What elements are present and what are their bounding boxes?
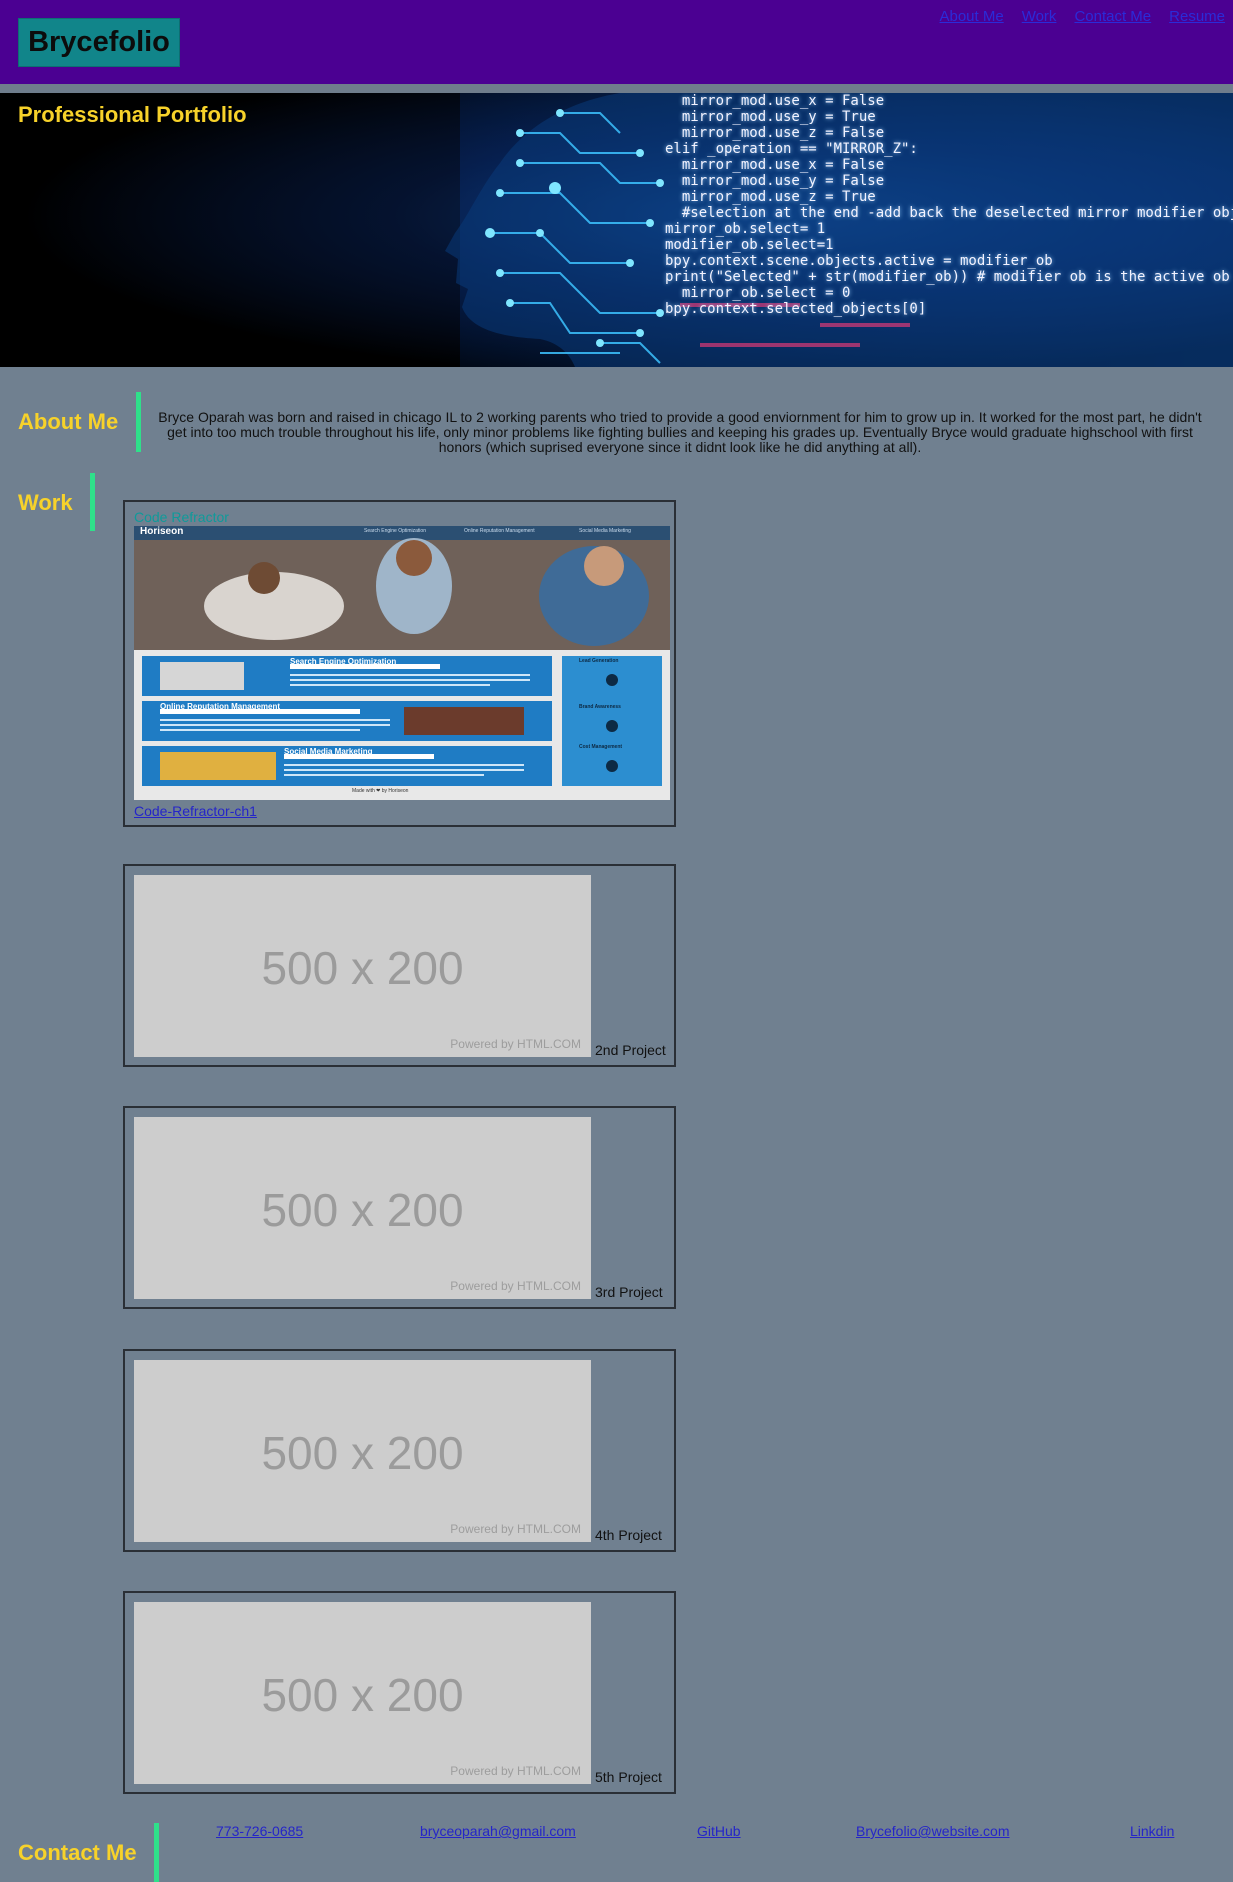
project-caption: 3rd Project xyxy=(595,1284,663,1300)
horiseon-sidebar-3: Cost Management xyxy=(579,744,623,750)
hero-code-line: mirror_mod.use_y = True xyxy=(665,109,876,125)
horiseon-nav-2: Online Reputation Management xyxy=(464,528,535,534)
horiseon-nav-1: Search Engine Optimization xyxy=(364,528,426,534)
work-heading: Work xyxy=(18,490,73,515)
project-screenshot: Horiseon Search Engine Optimization Onli… xyxy=(134,526,670,800)
placeholder-powered: Powered by HTML.COM xyxy=(450,1037,581,1051)
hero-code-line: mirror_mod.use_z = False xyxy=(665,125,885,141)
site-logo[interactable]: Brycefolio xyxy=(18,18,180,67)
hero-code-line: mirror_mod.use_z = True xyxy=(665,189,876,205)
project-card-4: 500 x 200 Powered by HTML.COM 4th Projec… xyxy=(123,1349,676,1552)
contact-phone-link[interactable]: 773-726-0685 xyxy=(216,1823,303,1839)
nav-resume[interactable]: Resume xyxy=(1169,8,1225,25)
hero-code-line: mirror_ob.select= 1 xyxy=(665,221,826,237)
main-nav: About Me Work Contact Me Resume xyxy=(939,8,1225,25)
horiseon-sidebar-1: Lead Generation xyxy=(579,658,619,664)
project-placeholder-image: 500 x 200 Powered by HTML.COM xyxy=(134,1360,591,1542)
placeholder-size: 500 x 200 xyxy=(261,942,464,994)
project-card-code-refractor: Code Refractor Horiseon Search Engine Op… xyxy=(123,500,676,827)
nav-about-me[interactable]: About Me xyxy=(939,8,1003,25)
hero-code-line: mirror_mod.use_y = False xyxy=(665,173,885,189)
project-caption: 4th Project xyxy=(595,1527,662,1543)
contact-site-email-link[interactable]: Brycefolio@website.com xyxy=(856,1823,1010,1839)
hero-code-line: bpy.context.selected_objects[0] xyxy=(665,301,927,317)
hero-code-line: mirror_mod.use_x = False xyxy=(665,157,885,173)
contact-linkedin-link[interactable]: Linkdin xyxy=(1130,1823,1174,1839)
about-heading: About Me xyxy=(18,409,119,434)
horiseon-nav-3: Social Media Marketing xyxy=(579,528,631,534)
project-caption: 5th Project xyxy=(595,1769,662,1785)
contact-heading: Contact Me xyxy=(18,1840,137,1865)
hero-code-line: elif _operation == "MIRROR_Z": xyxy=(665,141,918,157)
contact-links: 773-726-0685 bryceoparah@gmail.com GitHu… xyxy=(0,1823,1233,1843)
hero-code-overlay: mirror_mod.use_x = False mirror_mod.use_… xyxy=(665,93,1233,367)
hero-code-line: print("Selected" + str(modifier_ob)) # m… xyxy=(665,269,1230,285)
hero-code-line: mirror_ob.select = 0 xyxy=(665,285,851,301)
project-card-3: 500 x 200 Powered by HTML.COM 3rd Projec… xyxy=(123,1106,676,1309)
project-placeholder-image: 500 x 200 Powered by HTML.COM xyxy=(134,875,591,1057)
hero-code-line: #selection at the end -add back the dese… xyxy=(665,205,1233,221)
hero-code-line: bpy.context.scene.objects.active = modif… xyxy=(665,253,1053,269)
header-divider xyxy=(0,84,1233,93)
horiseon-footer: Made with ❤ by Horiseon xyxy=(352,788,409,794)
nav-contact-me[interactable]: Contact Me xyxy=(1074,8,1151,25)
about-text: Bryce Oparah was born and raised in chic… xyxy=(158,409,1202,455)
horiseon-section-2: Online Reputation Management xyxy=(160,702,281,711)
project-placeholder-image: 500 x 200 Powered by HTML.COM xyxy=(134,1117,591,1299)
project-link-code-refractor[interactable]: Code-Refractor-ch1 xyxy=(134,803,257,819)
project-caption: 2nd Project xyxy=(595,1042,666,1058)
placeholder-powered: Powered by HTML.COM xyxy=(450,1764,581,1778)
horiseon-section-3: Social Media Marketing xyxy=(284,747,373,756)
placeholder-powered: Powered by HTML.COM xyxy=(450,1279,581,1293)
project-title: Code Refractor xyxy=(134,509,229,525)
project-placeholder-image: 500 x 200 Powered by HTML.COM xyxy=(134,1602,591,1784)
hero-banner: Professional Portfolio mirror_mod.use_x … xyxy=(0,93,1233,367)
placeholder-powered: Powered by HTML.COM xyxy=(450,1522,581,1536)
site-header: Brycefolio About Me Work Contact Me Resu… xyxy=(0,0,1233,84)
contact-email-link[interactable]: bryceoparah@gmail.com xyxy=(420,1823,576,1839)
project-card-2: 500 x 200 Powered by HTML.COM 2nd Projec… xyxy=(123,864,676,1067)
nav-work[interactable]: Work xyxy=(1022,8,1057,25)
hero-code-line: mirror_mod.use_x = False xyxy=(665,93,885,109)
placeholder-size: 500 x 200 xyxy=(261,1184,464,1236)
hero-title: Professional Portfolio xyxy=(18,102,247,127)
horiseon-sidebar-2: Brand Awareness xyxy=(579,704,621,710)
placeholder-size: 500 x 200 xyxy=(261,1427,464,1479)
about-accent-bar xyxy=(136,392,141,452)
hero-code-line: modifier_ob.select=1 xyxy=(665,237,834,253)
horiseon-section-1: Search Engine Optimization xyxy=(290,657,397,666)
project-card-5: 500 x 200 Powered by HTML.COM 5th Projec… xyxy=(123,1591,676,1794)
contact-github-link[interactable]: GitHub xyxy=(697,1823,741,1839)
placeholder-size: 500 x 200 xyxy=(261,1669,464,1721)
work-accent-bar xyxy=(90,473,95,531)
horiseon-brand: Horiseon xyxy=(140,526,184,537)
